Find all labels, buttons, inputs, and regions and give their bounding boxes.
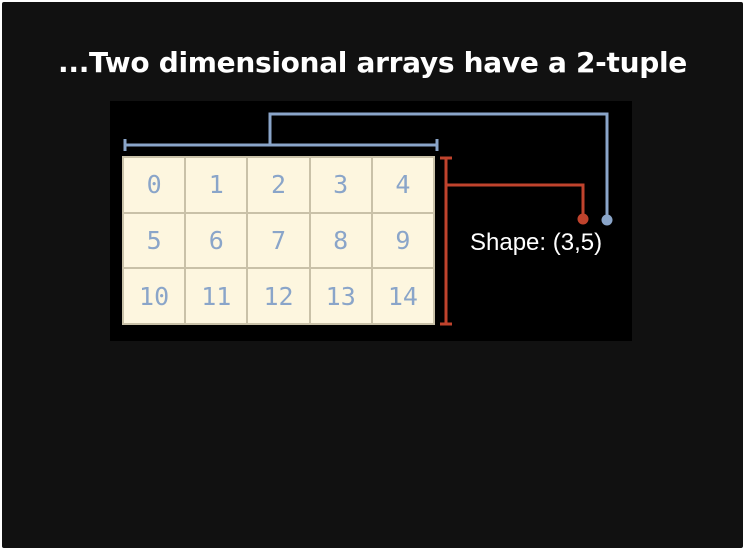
rows-connector-dot <box>577 213 589 225</box>
array-cell: 5 <box>123 212 186 269</box>
array-cell: 10 <box>123 268 186 324</box>
columns-connector-dot <box>601 214 613 226</box>
array-cell: 3 <box>309 157 372 213</box>
slide-title: ...Two dimensional arrays have a 2-tuple <box>58 46 687 79</box>
array-cell: 6 <box>185 212 248 269</box>
array-shape-figure: 0 1 2 3 4 5 6 7 8 9 10 11 12 13 14 Shape… <box>110 101 632 341</box>
array-cell: 8 <box>309 212 372 269</box>
array-cell: 0 <box>123 157 186 213</box>
array-cell: 13 <box>309 268 372 324</box>
array-cell: 14 <box>371 268 434 324</box>
array-cell: 11 <box>185 268 248 324</box>
array-cell: 2 <box>247 157 310 213</box>
array-cell: 4 <box>371 157 434 213</box>
array-cell: 12 <box>247 268 310 324</box>
array-cell: 1 <box>185 157 248 213</box>
array-cell: 9 <box>371 212 434 269</box>
slide: ...Two dimensional arrays have a 2-tuple… <box>2 2 743 548</box>
array-grid: 0 1 2 3 4 5 6 7 8 9 10 11 12 13 14 <box>122 156 435 325</box>
shape-label: Shape: (3,5) <box>470 229 603 256</box>
array-cell: 7 <box>247 212 310 269</box>
